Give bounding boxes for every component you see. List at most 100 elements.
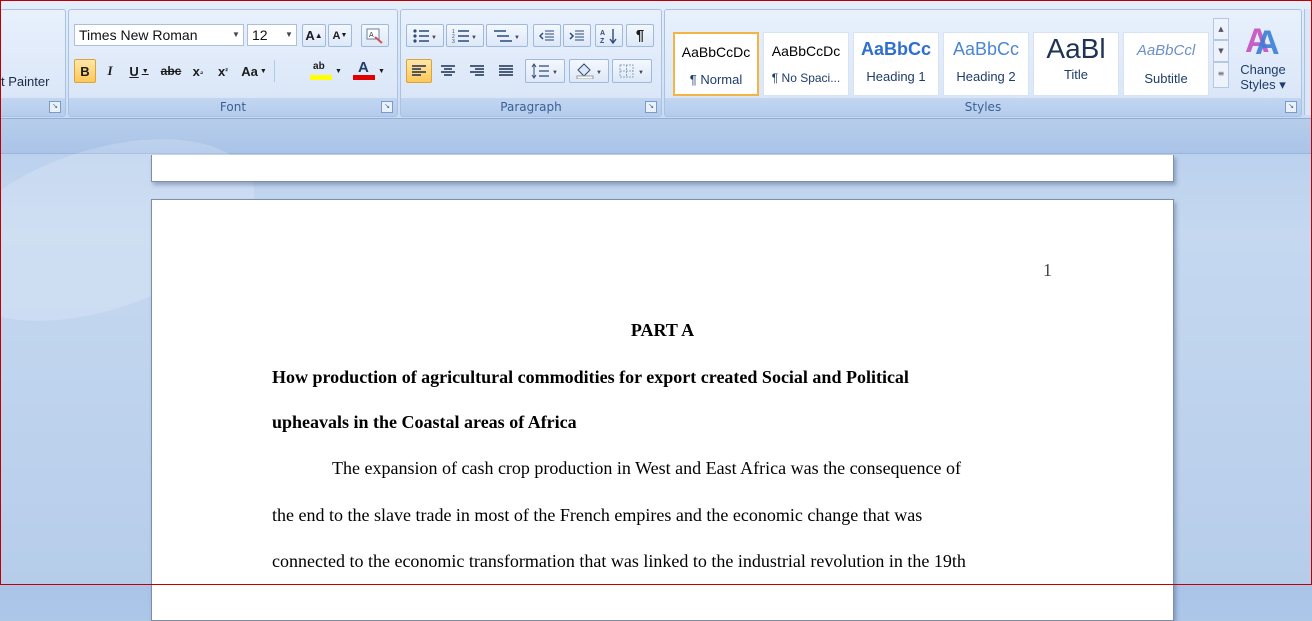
styles-group-label: Styles xyxy=(665,98,1301,116)
superscript-button[interactable]: x² xyxy=(212,59,234,83)
clear-formatting-button[interactable]: A xyxy=(361,24,389,47)
multilevel-list-icon: ▼ xyxy=(494,29,520,42)
style-normal[interactable]: AaBbCcDc ¶ Normal xyxy=(673,32,759,96)
line-spacing-button[interactable]: ▼ xyxy=(525,59,565,83)
svg-text:▼: ▼ xyxy=(514,35,520,41)
sort-button[interactable]: AZ xyxy=(595,24,623,47)
style-title[interactable]: AaBl Title xyxy=(1033,32,1119,96)
highlighter-icon: ab xyxy=(310,61,333,81)
font-color-button[interactable]: A ▼ xyxy=(349,59,389,83)
font-color-icon: A xyxy=(353,59,376,81)
style-name: ¶ No Spaci... xyxy=(771,71,841,85)
style-name: Title xyxy=(1063,67,1089,82)
justify-button[interactable] xyxy=(493,59,519,83)
line-spacing-icon: ▼ xyxy=(531,63,558,79)
body-line: connected to the economic transformation… xyxy=(272,551,966,571)
format-painter-button[interactable]: t Painter xyxy=(1,74,49,89)
paragraph-dialog-launcher[interactable]: ↘ xyxy=(645,101,657,113)
increase-indent-button[interactable] xyxy=(563,24,591,47)
borders-button[interactable]: ▼ xyxy=(612,59,652,83)
multilevel-list-button[interactable]: ▼ xyxy=(486,24,528,47)
style-sample: AaBbCc xyxy=(860,39,931,59)
numbering-button[interactable]: 1 2 3 ▼ xyxy=(446,24,484,47)
strikethrough-button[interactable]: abc xyxy=(157,59,185,83)
style-sample: AaBbCcDc xyxy=(681,44,751,60)
align-right-button[interactable] xyxy=(464,59,490,83)
style-name: Subtitle xyxy=(1144,71,1188,86)
change-styles-label-2: Styles ▾ xyxy=(1240,77,1286,92)
font-dialog-launcher[interactable]: ↘ xyxy=(381,101,393,113)
sort-icon: AZ xyxy=(600,28,617,44)
shading-bucket-icon: ▼ xyxy=(576,63,602,79)
font-name-combo[interactable]: Times New Roman ▼ xyxy=(74,24,244,46)
subscript-marker: ₂ xyxy=(199,66,204,76)
grow-font-button[interactable]: A ▲ xyxy=(302,24,326,47)
styles-group: AaBbCcDc ¶ Normal AaBbCcDc ¶ No Spaci...… xyxy=(664,9,1302,117)
align-right-icon xyxy=(470,65,484,76)
svg-text:A: A xyxy=(600,30,605,37)
document-page[interactable]: 1 PART A How production of agricultural … xyxy=(151,199,1174,621)
styles-scroll-up-button[interactable]: ▲ xyxy=(1213,18,1229,40)
styles-dialog-launcher[interactable]: ↘ xyxy=(1285,101,1297,113)
shrink-arrow-icon: ▼ xyxy=(340,32,348,39)
align-center-button[interactable] xyxy=(435,59,461,83)
shading-button[interactable]: ▼ xyxy=(569,59,609,83)
style-heading-2[interactable]: AaBbCc Heading 2 xyxy=(943,32,1029,96)
clipboard-dialog-launcher[interactable]: ↘ xyxy=(49,101,61,113)
decrease-indent-icon xyxy=(539,30,554,40)
svg-text:Z: Z xyxy=(600,38,605,44)
bullets-icon: ▼ xyxy=(413,28,437,43)
svg-text:▼: ▼ xyxy=(431,35,437,41)
underline-button[interactable]: U ▼ xyxy=(124,59,154,83)
increase-indent-icon xyxy=(569,30,584,40)
style-name: Heading 2 xyxy=(956,69,1016,84)
grow-arrow-icon: ▲ xyxy=(314,31,323,40)
style-sample: AaBbCcDc xyxy=(771,43,841,59)
font-group-label: Font xyxy=(69,98,397,116)
chevron-down-icon: ▼ xyxy=(259,67,267,75)
borders-icon: ▼ xyxy=(619,64,644,78)
align-center-icon xyxy=(441,65,455,76)
heading-line: How production of agricultural commoditi… xyxy=(272,367,909,387)
pilcrow-icon: ¶ xyxy=(635,27,645,44)
change-case-button[interactable]: Aa ▼ xyxy=(237,59,271,83)
separator xyxy=(274,60,275,82)
decrease-indent-button[interactable] xyxy=(533,24,561,47)
italic-button[interactable]: I xyxy=(99,59,121,83)
bold-button[interactable]: B xyxy=(74,59,96,83)
style-subtitle[interactable]: AaBbCcl Subtitle xyxy=(1123,32,1209,96)
next-group-edge xyxy=(1304,9,1312,115)
body-line: the end to the slave trade in most of th… xyxy=(272,505,923,525)
chevron-down-icon: ▼ xyxy=(335,67,342,75)
styles-scroll-down-button[interactable]: ▼ xyxy=(1213,40,1229,62)
heading-line: upheavals in the Coastal areas of Africa xyxy=(272,412,577,432)
svg-text:▼: ▼ xyxy=(552,70,558,76)
numbering-icon: 123▼ xyxy=(452,29,477,44)
bullets-button[interactable]: ▼ xyxy=(406,24,444,47)
font-size-value: 12 xyxy=(252,27,268,43)
styles-more-button[interactable]: ≡ xyxy=(1213,62,1229,88)
clear-formatting-icon: A xyxy=(366,28,383,44)
style-no-spacing[interactable]: AaBbCcDc ¶ No Spaci... xyxy=(763,32,849,96)
page-number: 1 xyxy=(1043,260,1052,280)
style-sample: AaBbCc xyxy=(952,39,1020,59)
svg-text:▼: ▼ xyxy=(596,70,602,76)
show-formatting-marks-button[interactable]: ¶ xyxy=(626,24,654,47)
style-sample: AaBbCcl xyxy=(1136,42,1196,59)
part-title: PART A xyxy=(630,320,695,340)
style-heading-1[interactable]: AaBbCc Heading 1 xyxy=(853,32,939,96)
text-highlight-button[interactable]: ab ▼ xyxy=(307,59,345,83)
align-left-button[interactable] xyxy=(406,59,432,83)
style-name: ¶ Normal xyxy=(689,72,743,87)
subscript-button[interactable]: x₂ xyxy=(187,59,209,83)
chevron-down-icon[interactable]: ▼ xyxy=(229,25,243,45)
chevron-down-icon: ▼ xyxy=(378,67,385,75)
shrink-font-button[interactable]: A ▼ xyxy=(328,24,352,47)
font-name-value: Times New Roman xyxy=(79,27,198,43)
font-size-combo[interactable]: 12 ▼ xyxy=(247,24,297,46)
body-line: The expansion of cash crop production in… xyxy=(332,458,962,478)
change-styles-button[interactable]: A A Change Styles ▾ xyxy=(1231,16,1295,96)
ribbon: t Painter ↘ Times New Roman ▼ 12 ▼ A ▲ A ▼… xyxy=(0,0,1312,119)
chevron-down-icon[interactable]: ▼ xyxy=(282,25,296,45)
style-name: Heading 1 xyxy=(866,69,926,84)
